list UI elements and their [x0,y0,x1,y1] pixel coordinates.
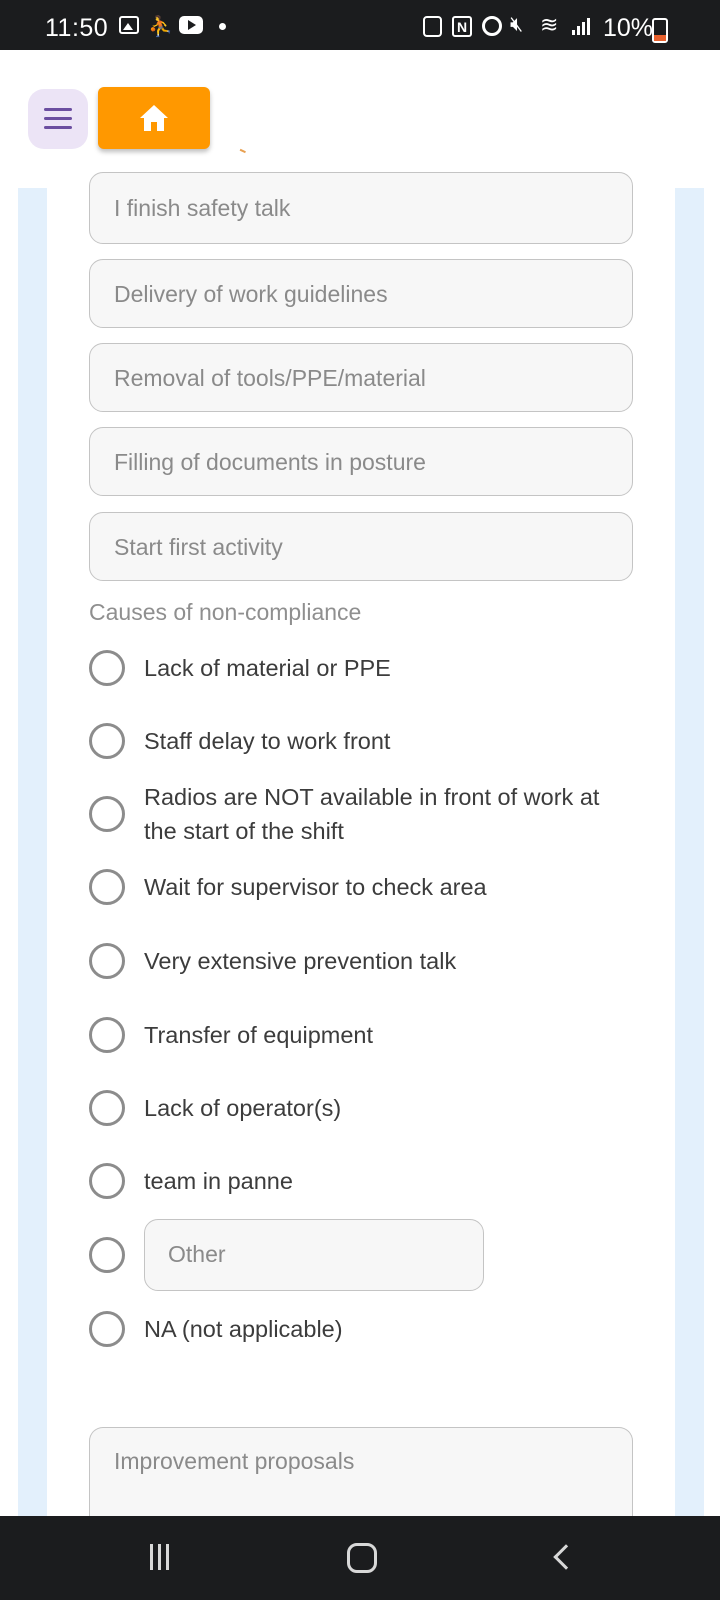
radio-option-extensive-talk[interactable]: Very extensive prevention talk [89,943,649,979]
person-icon: ⛹ [148,16,173,38]
status-bar: 11:50 ⛹ N 🔇︎ ≋ 10% [0,0,720,50]
left-side-panel [18,188,47,1516]
field-label: Filling of documents in posture [114,449,426,475]
radio-button[interactable] [89,650,125,686]
radio-button[interactable] [89,723,125,759]
signal-icon [572,18,592,35]
app-header [0,50,720,188]
radio-label: NA (not applicable) [144,1316,343,1342]
radio-button[interactable] [89,869,125,905]
nfc-icon: N [452,16,472,37]
home-icon [140,105,168,131]
wifi-icon: ≋ [540,12,559,37]
radio-label: Staff delay to work front [144,728,391,754]
home-button[interactable] [98,87,210,149]
back-icon[interactable] [553,1544,579,1570]
right-side-panel [675,188,704,1516]
field-label: I finish safety talk [114,195,291,221]
field-label: Improvement proposals [114,1448,355,1474]
decorative-mark [239,147,247,154]
hamburger-menu-icon[interactable] [28,89,88,149]
radio-option-lack-operators[interactable]: Lack of operator(s) [89,1090,649,1126]
radio-option-team-in-panne[interactable]: team in panne [89,1163,649,1199]
youtube-icon [179,16,203,34]
radio-option-staff-delay[interactable]: Staff delay to work front [89,723,649,759]
radio-button[interactable] [89,796,125,832]
radio-label: Very extensive prevention talk [144,948,457,974]
radio-button[interactable] [89,1237,125,1273]
causes-section-title: Causes of non-compliance [89,599,362,625]
radio-label: team in panne [144,1168,293,1194]
start-first-activity-field[interactable]: Start first activity [89,512,633,581]
home-nav-icon[interactable] [347,1543,377,1573]
field-label: Delivery of work guidelines [114,281,388,307]
mute-icon: 🔇︎ [510,13,524,36]
other-input[interactable]: Other [144,1219,484,1291]
recents-icon[interactable] [148,1544,172,1570]
radio-button[interactable] [89,1017,125,1053]
radio-option-other[interactable]: Other [89,1219,649,1291]
lock-app-icon [423,16,442,37]
gallery-icon [119,16,139,34]
radio-button[interactable] [89,1311,125,1347]
filling-documents-field[interactable]: Filling of documents in posture [89,427,633,496]
radio-option-not-applicable[interactable]: NA (not applicable) [89,1311,649,1347]
removal-tools-field[interactable]: Removal of tools/PPE/material [89,343,633,412]
radio-label: Radios are NOT available in front of wor… [144,784,600,844]
radio-button[interactable] [89,1163,125,1199]
radio-option-wait-supervisor[interactable]: Wait for supervisor to check area [89,869,649,905]
alarm-icon [482,16,502,36]
status-time: 11:50 [45,14,109,42]
battery-percent: 10% [603,14,654,42]
radio-label: Lack of operator(s) [144,1095,342,1121]
delivery-work-guidelines-field[interactable]: Delivery of work guidelines [89,259,633,328]
radio-option-transfer-equipment[interactable]: Transfer of equipment [89,1017,649,1053]
radio-button[interactable] [89,943,125,979]
field-label: Start first activity [114,534,283,560]
field-label: Removal of tools/PPE/material [114,365,426,391]
radio-label: Transfer of equipment [144,1022,374,1048]
radio-label: Lack of material or PPE [144,655,391,681]
notification-dot-icon [219,23,226,30]
radio-button[interactable] [89,1090,125,1126]
radio-label: Wait for supervisor to check area [144,874,487,900]
battery-low-icon [652,18,668,43]
system-nav-bar [0,1516,720,1600]
other-placeholder: Other [168,1241,226,1267]
radio-option-radios-not-available[interactable]: Radios are NOT available in front of wor… [89,780,649,850]
radio-option-lack-material[interactable]: Lack of material or PPE [89,650,649,686]
finish-safety-talk-field[interactable]: I finish safety talk [89,172,633,244]
